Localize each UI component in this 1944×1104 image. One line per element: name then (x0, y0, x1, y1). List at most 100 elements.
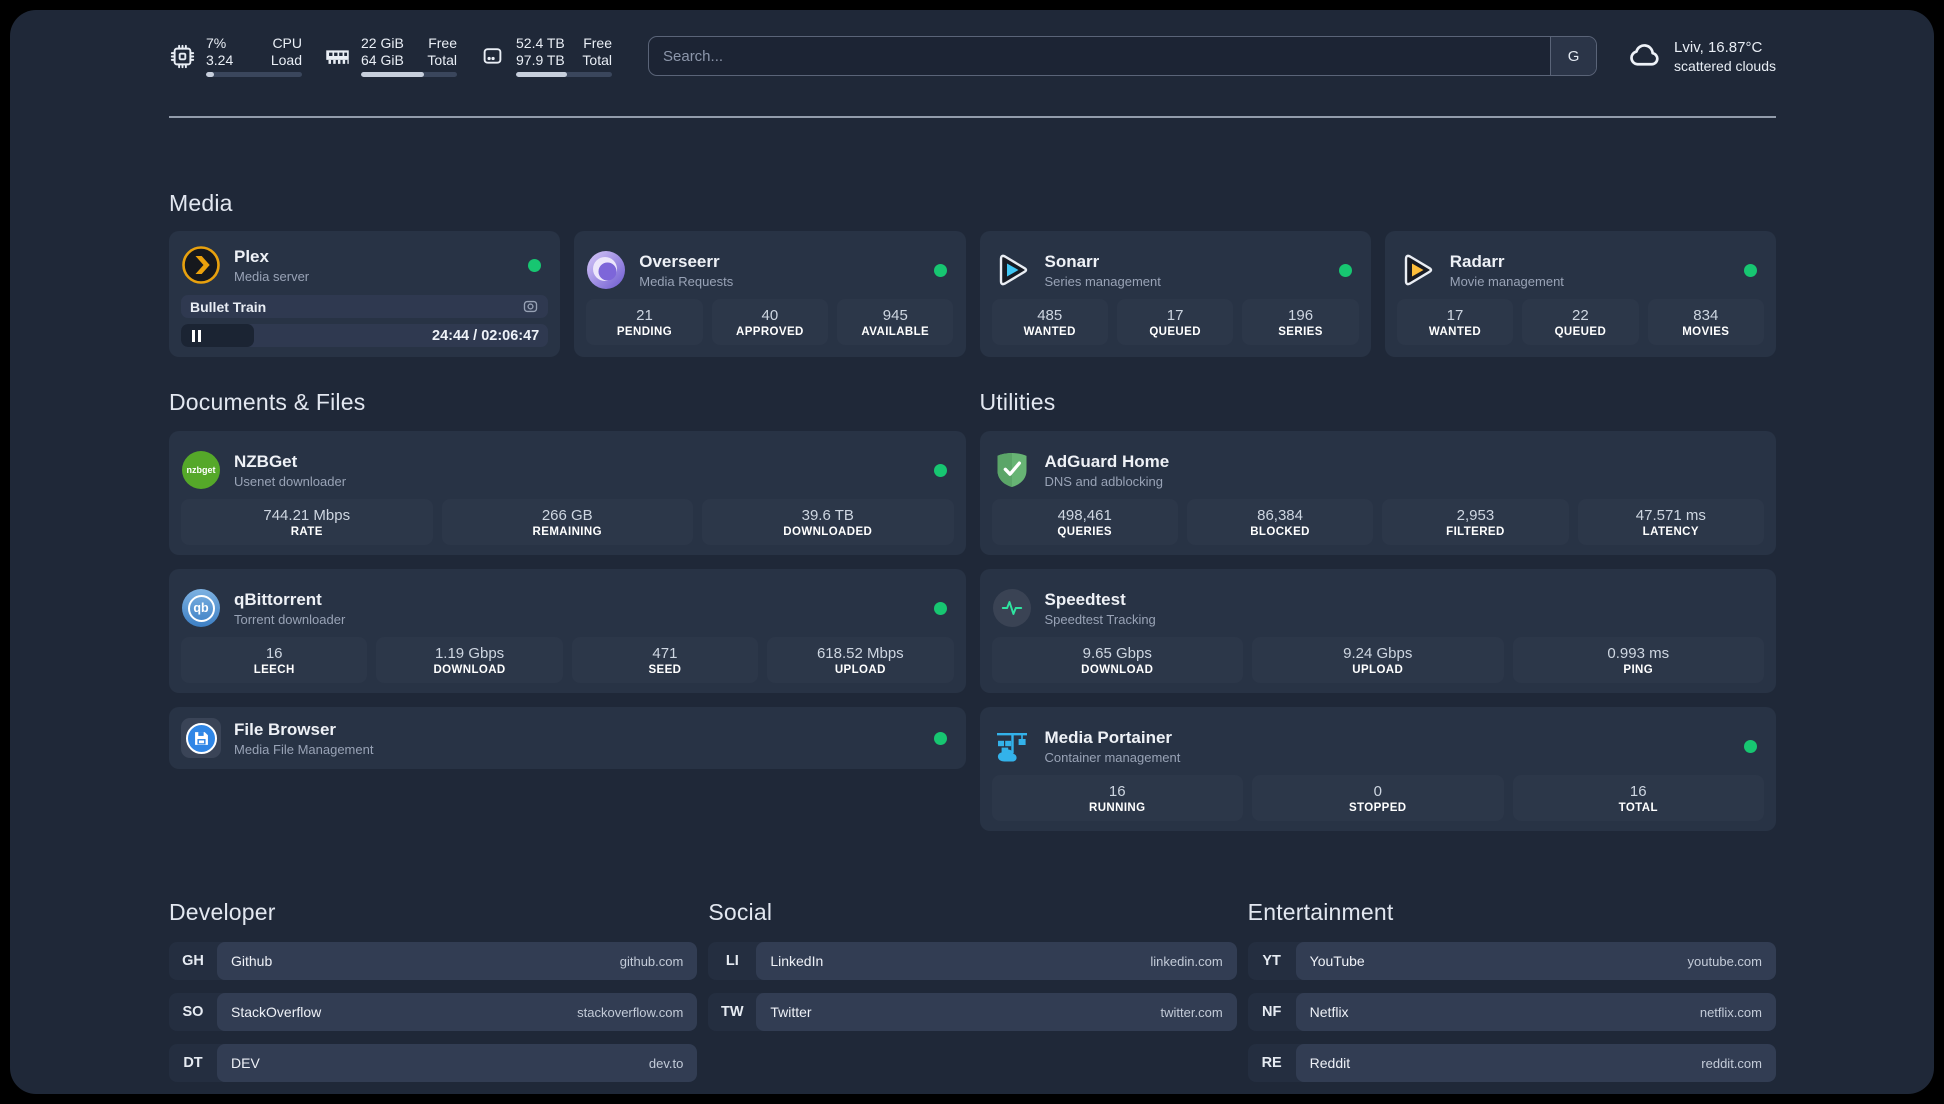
bookmark-url: linkedin.com (1150, 953, 1223, 969)
app-name: Speedtest (1044, 589, 1126, 609)
cpu-progress-bar (206, 72, 302, 77)
section-title-entertainment: Entertainment (1247, 899, 1394, 925)
radarr-icon (1397, 250, 1437, 290)
app-desc: Usenet downloader (234, 473, 347, 489)
adguard-icon (992, 450, 1032, 490)
stat-seed: 471 SEED (571, 637, 759, 683)
bookmark-abbr: TW (721, 1004, 744, 1020)
bookmarks-entertainment: Entertainment YT YouTube youtube.com NF N… (1247, 899, 1776, 1094)
stat-running: 16 RUNNING (991, 775, 1243, 821)
app-name: Overseerr (639, 251, 720, 271)
nzbget-icon: nzbget (181, 450, 221, 490)
status-dot (933, 263, 947, 277)
card-radarr[interactable]: Radarr Movie management 17 WANTED 22 QUEUE… (1384, 231, 1776, 357)
card-speedtest[interactable]: Speedtest Speedtest Tracking 9.65 Gbps DO… (979, 569, 1776, 693)
app-name: qBittorrent (234, 589, 322, 609)
bookmark-name: LinkedIn (770, 953, 824, 969)
sonarr-icon (992, 250, 1032, 290)
card-filebrowser[interactable]: File Browser Media File Management (169, 707, 966, 769)
card-sonarr[interactable]: Sonarr Series management 485 WANTED 17 QUE… (979, 231, 1371, 357)
stat-ping: 0.993 ms PING (1512, 637, 1764, 683)
weather-location-temp: Lviv, 16.87°C (1674, 38, 1763, 56)
card-nzbget[interactable]: nzbget NZBGet Usenet downloader 744.21 M… (169, 431, 966, 555)
search-input[interactable] (649, 37, 1551, 75)
cpu-percent: 7% (206, 35, 227, 51)
stat-movies: 834 MOVIES (1647, 299, 1764, 345)
disk-stat: 52.4 TB 97.9 TB Free Total (479, 35, 612, 77)
card-adguard[interactable]: AdGuard Home DNS and adblocking 498,461 Q… (979, 431, 1776, 555)
bookmark-url: dev.to (648, 1055, 684, 1071)
ram-free: 22 GiB (361, 35, 404, 51)
ram-progress-bar (361, 72, 457, 77)
status-dot (528, 258, 542, 272)
status-dot (1744, 263, 1757, 277)
bookmarks-section: Developer GH Github github.com SO StackOv… (169, 899, 1776, 1094)
card-overseerr[interactable]: Overseerr Media Requests 21 PENDING 40 APP… (574, 231, 966, 357)
app-name: File Browser (234, 719, 337, 739)
stat-wanted: 485 WANTED (991, 299, 1108, 345)
bookmarks-developer: Developer GH Github github.com SO StackOv… (169, 899, 698, 1094)
bookmark-dev[interactable]: DT DEV dev.to (169, 1044, 698, 1082)
bookmark-abbr: DT (183, 1055, 203, 1071)
cpu-label-1: CPU (272, 35, 302, 51)
bookmark-name: YouTube (1309, 953, 1365, 969)
disk-free: 52.4 TB (516, 35, 565, 51)
stat-upload: 618.52 Mbps UPLOAD (767, 637, 954, 683)
bookmark-abbr: YT (1262, 953, 1281, 969)
disk-total: 97.9 TB (516, 51, 565, 68)
stat-series: 196 SERIES (1242, 299, 1359, 345)
app-name: AdGuard Home (1044, 451, 1170, 471)
ram-label-2: Total (427, 51, 457, 68)
app-desc: Container management (1044, 749, 1181, 765)
disk-icon (483, 47, 502, 64)
app-name: Media Portainer (1044, 727, 1173, 747)
stat-approved: 40 APPROVED (711, 299, 829, 345)
app-desc: Series management (1044, 273, 1161, 289)
bookmarks-social: Social LI LinkedIn linkedin.com TW Twitte… (708, 899, 1237, 1094)
topbar-divider (169, 116, 1776, 118)
speedtest-icon (992, 588, 1032, 628)
app-desc: Speedtest Tracking (1044, 611, 1156, 627)
disk-progress-bar (516, 72, 612, 77)
utilities-column: Utilities AdGuard Home DNS and adblockin… (979, 389, 1776, 845)
status-dot (933, 463, 947, 477)
card-plex[interactable]: Plex Media server Bullet Train 24:44 / 0… (169, 231, 561, 357)
stat-filtered: 2,953 FILTERED (1382, 499, 1569, 545)
card-portainer[interactable]: Media Portainer Container management 16 R… (979, 707, 1776, 831)
section-title-social: Social (708, 899, 773, 925)
app-name: NZBGet (234, 451, 298, 471)
stat-total: 16 TOTAL (1512, 775, 1764, 821)
cpu-stat: 7% 3.24 CPU Load (169, 35, 302, 77)
bookmark-url: reddit.com (1701, 1055, 1762, 1071)
bookmark-twitter[interactable]: TW Twitter twitter.com (708, 993, 1237, 1031)
bookmark-url: twitter.com (1160, 1004, 1223, 1020)
playback-progress-bar: 24:44 / 02:06:47 (181, 324, 549, 347)
bookmark-netflix[interactable]: NF Netflix netflix.com (1247, 993, 1776, 1031)
bookmark-abbr: SO (182, 1004, 204, 1020)
bookmark-name: Twitter (770, 1004, 812, 1020)
cpu-icon (170, 44, 195, 68)
stat-stopped: 0 STOPPED (1252, 775, 1504, 821)
stat-queued: 22 QUEUED (1522, 299, 1639, 345)
bookmark-stackoverflow[interactable]: SO StackOverflow stackoverflow.com (169, 993, 698, 1031)
card-qbittorrent[interactable]: qb qBittorrent Torrent downloader 16 LEEC… (169, 569, 966, 693)
now-playing-bar: Bullet Train (181, 295, 549, 318)
bookmark-name: DEV (231, 1055, 260, 1071)
search-engine-g[interactable]: G (1550, 37, 1597, 75)
section-title-documents: Documents & Files (169, 389, 366, 415)
stat-queued: 17 QUEUED (1116, 299, 1234, 345)
app-desc: Media File Management (234, 741, 374, 757)
dashboard-page: 7% 3.24 CPU Load 22 GiB 64 GiB Free Total (10, 10, 1934, 1094)
search-bar: G (648, 36, 1598, 76)
bookmark-reddit[interactable]: RE Reddit reddit.com (1247, 1044, 1776, 1082)
weather-condition: scattered clouds (1674, 57, 1776, 74)
bookmark-youtube[interactable]: YT YouTube youtube.com (1247, 942, 1776, 980)
app-name: Radarr (1449, 251, 1505, 271)
bookmark-name: StackOverflow (231, 1004, 322, 1020)
pause-icon[interactable] (192, 329, 201, 342)
bookmark-linkedin[interactable]: LI LinkedIn linkedin.com (708, 942, 1237, 980)
ram-total: 64 GiB (361, 51, 404, 68)
stat-upload: 9.24 Gbps UPLOAD (1252, 637, 1504, 683)
bookmark-github[interactable]: GH Github github.com (169, 942, 698, 980)
app-desc: Media server (234, 268, 310, 284)
